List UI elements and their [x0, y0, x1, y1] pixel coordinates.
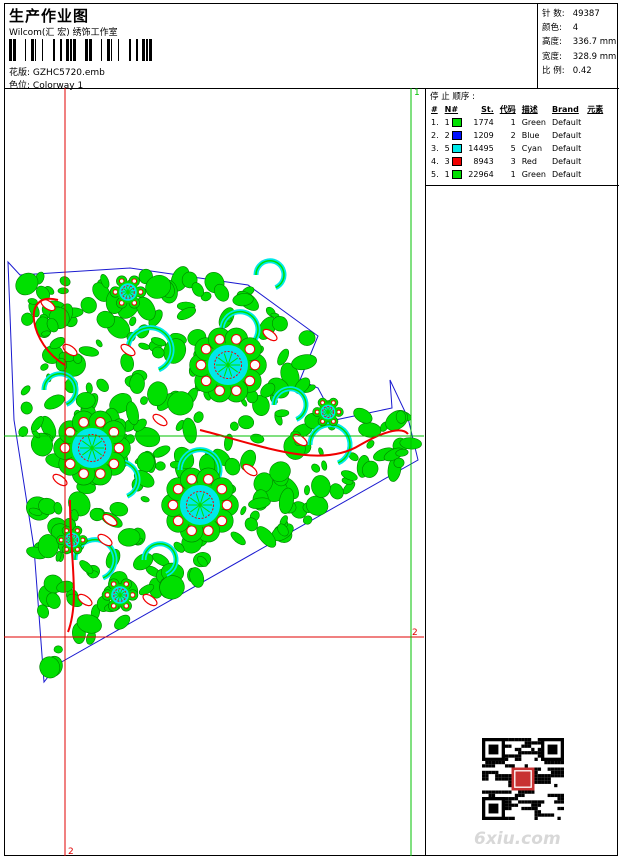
marker-bottom-red: 2 — [68, 847, 74, 857]
qr-code-icon — [482, 738, 564, 820]
watermark-logo: 6xiu.com — [474, 829, 561, 849]
marker-right-red: 2 — [412, 628, 418, 638]
embroidery-motif — [15, 258, 422, 679]
marker-top-green: 1 — [414, 88, 420, 98]
embroidery-design-canvas — [4, 88, 424, 856]
